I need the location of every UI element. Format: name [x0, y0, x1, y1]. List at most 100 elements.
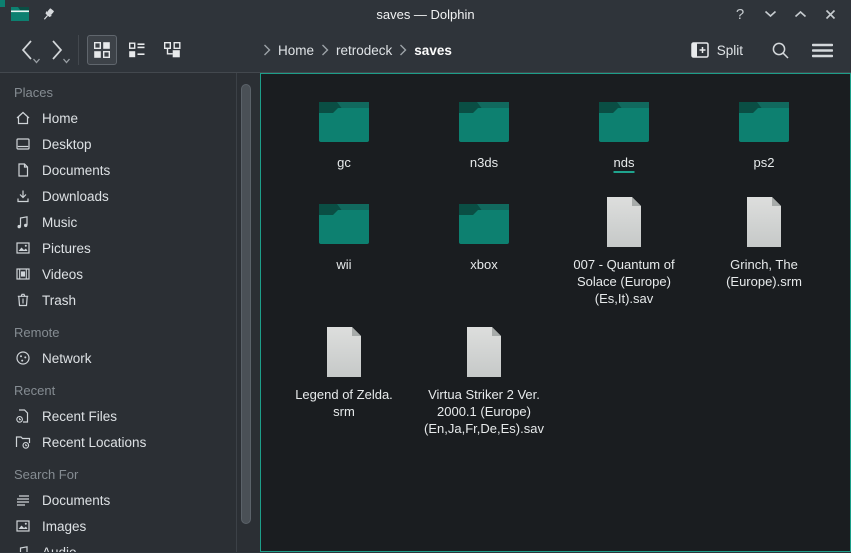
breadcrumb-home[interactable]: Home [278, 43, 314, 58]
folder-item-n3ds[interactable]: n3ds [414, 87, 554, 189]
maximize-button[interactable] [789, 4, 811, 24]
item-name: 007 - Quantum of Solace (Europe) (Es,It)… [573, 256, 674, 307]
file-icon [462, 326, 506, 378]
sidebar-item-label: Documents [42, 163, 110, 178]
sidebar-item-label: Documents [42, 493, 110, 508]
item-name: xbox [470, 256, 497, 273]
file-icon [322, 326, 366, 378]
split-button-label: Split [717, 43, 743, 58]
sidebar-item-search-audio[interactable]: Audio [0, 539, 236, 552]
sidebar-item-label: Trash [42, 293, 76, 308]
section-header-search-for: Search For [0, 461, 236, 487]
file-item-grinch-the[interactable]: Grinch, The (Europe).srm [694, 189, 834, 319]
sidebar-item-documents[interactable]: Documents [0, 157, 236, 183]
search-button[interactable] [765, 35, 795, 65]
home-icon [15, 110, 31, 126]
file-item-virtua-striker-2[interactable]: Virtua Striker 2 Ver. 2000.1 (Europe) (E… [414, 319, 554, 469]
sidebar-item-label: Images [42, 519, 86, 534]
hamburger-icon [812, 43, 833, 58]
folder-view[interactable]: gc n3ds nds [260, 73, 851, 552]
view-mode-group [87, 35, 187, 65]
dolphin-window: { "colors": { "accent": "#1d9e89", "fold… [0, 0, 851, 553]
item-name: n3ds [470, 154, 498, 171]
chevron-right-icon [399, 44, 407, 56]
forward-button[interactable] [42, 34, 72, 66]
item-name: nds [614, 154, 635, 171]
file-grid: gc n3ds nds [274, 87, 850, 469]
folder-icon [316, 98, 372, 142]
hamburger-menu-button[interactable] [807, 35, 837, 65]
sidebar-item-label: Network [42, 351, 92, 366]
item-name: Virtua Striker 2 Ver. 2000.1 (Europe) (E… [424, 386, 544, 437]
sidebar-item-pictures[interactable]: Pictures [0, 235, 236, 261]
sidebar-item-trash[interactable]: Trash [0, 287, 236, 313]
sidebar-item-search-documents[interactable]: Documents [0, 487, 236, 513]
sidebar-item-label: Recent Locations [42, 435, 146, 450]
sidebar-item-home[interactable]: Home [0, 105, 236, 131]
section-header-places: Places [0, 79, 236, 105]
text-lines-icon [15, 492, 31, 508]
back-button[interactable] [12, 34, 42, 66]
sidebar-item-desktop[interactable]: Desktop [0, 131, 236, 157]
back-dropdown-caret [32, 58, 41, 64]
recent-folder-icon [15, 434, 31, 450]
sidebar-item-videos[interactable]: Videos [0, 261, 236, 287]
item-name: wii [336, 256, 351, 273]
folder-item-nds[interactable]: nds [554, 87, 694, 189]
film-icon [15, 266, 31, 282]
split-button[interactable]: Split [691, 42, 743, 58]
places-panel: Places Home Desktop Documents Downloads … [0, 73, 237, 552]
chevron-right-icon [321, 44, 329, 56]
icons-view-icon [93, 41, 111, 59]
sidebar-item-label: Audio [42, 545, 77, 553]
image-icon [15, 240, 31, 256]
file-icon [742, 196, 786, 248]
sidebar-item-search-images[interactable]: Images [0, 513, 236, 539]
sidebar-item-label: Videos [42, 267, 83, 282]
toolbar: Home retrodeck saves Split [0, 28, 851, 73]
folder-icon [456, 98, 512, 142]
sidebar-scrollbar-handle[interactable] [241, 84, 251, 524]
breadcrumb: Home retrodeck saves [263, 43, 452, 58]
trash-icon [15, 292, 31, 308]
compact-view-icon [128, 41, 146, 59]
folder-item-ps2[interactable]: ps2 [694, 87, 834, 189]
sidebar-item-recent-files[interactable]: Recent Files [0, 403, 236, 429]
network-icon [15, 350, 31, 366]
sidebar-item-label: Music [42, 215, 77, 230]
close-button[interactable] [819, 4, 841, 24]
sidebar-item-downloads[interactable]: Downloads [0, 183, 236, 209]
breadcrumb-retrodeck[interactable]: retrodeck [336, 43, 392, 58]
minimize-button[interactable] [759, 4, 781, 24]
compact-view-button[interactable] [122, 35, 152, 65]
window-folder-icon [10, 6, 30, 22]
help-button[interactable]: ? [729, 4, 751, 24]
section-header-recent: Recent [0, 377, 236, 403]
document-icon [15, 162, 31, 178]
item-name: Legend of Zelda. srm [295, 386, 393, 420]
sidebar-item-music[interactable]: Music [0, 209, 236, 235]
details-view-icon [163, 41, 182, 59]
pin-icon[interactable] [41, 7, 56, 22]
split-view-icon [691, 42, 709, 58]
sidebar-item-label: Home [42, 111, 78, 126]
file-item-007-quantum-of-solace[interactable]: 007 - Quantum of Solace (Europe) (Es,It)… [554, 189, 694, 319]
sidebar-item-network[interactable]: Network [0, 345, 236, 371]
window-corner-accent [0, 0, 5, 7]
sidebar-item-label: Downloads [42, 189, 109, 204]
folder-item-wii[interactable]: wii [274, 189, 414, 319]
folder-item-xbox[interactable]: xbox [414, 189, 554, 319]
search-icon [771, 41, 790, 60]
desktop-icon [15, 136, 31, 152]
icons-view-button[interactable] [87, 35, 117, 65]
folder-item-gc[interactable]: gc [274, 87, 414, 189]
folder-icon [596, 98, 652, 142]
music-note-icon [15, 214, 31, 230]
item-name: gc [337, 154, 351, 171]
file-item-legend-of-zelda[interactable]: Legend of Zelda. srm [274, 319, 414, 469]
recent-file-icon [15, 408, 31, 424]
breadcrumb-saves[interactable]: saves [414, 43, 452, 58]
details-view-button[interactable] [157, 35, 187, 65]
titlebar: saves — Dolphin ? [0, 0, 851, 28]
sidebar-item-recent-locations[interactable]: Recent Locations [0, 429, 236, 455]
